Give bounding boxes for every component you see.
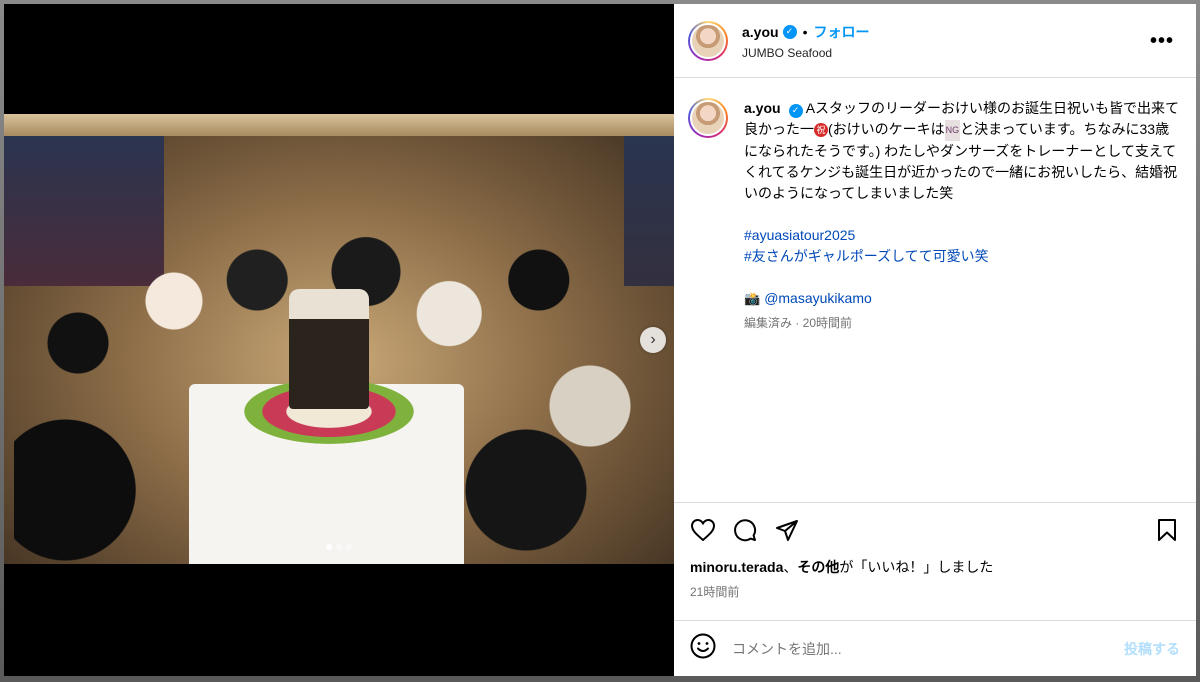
- likes-connector: 、: [783, 559, 798, 575]
- bookmark-icon[interactable]: [1154, 517, 1180, 543]
- edited-timestamp: 編集済み · 20時間前: [744, 315, 853, 330]
- carousel-dots: [4, 544, 674, 550]
- post-media: ›: [4, 4, 674, 676]
- post-sidebar: a.you ✓ • フォロー JUMBO Seafood ••• a.you ✓ …: [674, 4, 1196, 676]
- hashtag-link[interactable]: #友さんがギャルポーズしてて可愛い笑: [744, 246, 1180, 267]
- actions-section: minoru.terada、その他が「いいね！」しました 21時間前: [674, 502, 1196, 620]
- more-options-icon[interactable]: •••: [1150, 30, 1174, 53]
- post-header: a.you ✓ • フォロー JUMBO Seafood •••: [674, 4, 1196, 78]
- mention-line: 📸 @masayukikamo: [744, 288, 1180, 309]
- post-location[interactable]: JUMBO Seafood: [742, 46, 869, 60]
- mention-link[interactable]: @masayukikamo: [764, 288, 872, 309]
- follow-button[interactable]: フォロー: [813, 22, 869, 42]
- carousel-dot: [346, 544, 352, 550]
- likes-suffix: が「いいね！」しました: [839, 559, 994, 575]
- caption-section: a.you ✓ Aスタッフのリーダーおけい様のお誕生日祝いも皆で出来て良かった一祝…: [674, 78, 1196, 502]
- post-timestamp[interactable]: 21時間前: [690, 583, 1180, 600]
- likes-others-link[interactable]: その他: [797, 559, 839, 575]
- author-username[interactable]: a.you: [742, 24, 779, 40]
- comment-icon[interactable]: [732, 517, 758, 543]
- verified-badge-icon: ✓: [782, 24, 797, 39]
- hashtag-link[interactable]: #ayuasiatour2025: [744, 225, 1180, 246]
- post-modal: › a.you ✓ • フォロー JUMBO Seafood ••• a.you…: [4, 4, 1196, 676]
- photo-ceiling: [4, 114, 674, 136]
- verified-badge-icon: ✓: [788, 103, 803, 118]
- comment-composer: 投稿する: [674, 620, 1196, 676]
- emoji-smile-icon[interactable]: [690, 633, 716, 664]
- dot-separator: •: [802, 23, 808, 40]
- caption-text-part: (おけいのケーキは: [828, 121, 945, 137]
- likes-summary: minoru.terada、その他が「いいね！」しました: [690, 557, 1180, 577]
- caption-text: a.you ✓ Aスタッフのリーダーおけい様のお誕生日祝いも皆で出来て良かった一祝…: [744, 98, 1180, 204]
- carousel-next-button[interactable]: ›: [640, 327, 666, 353]
- comment-input[interactable]: [732, 640, 1124, 657]
- post-header-text: a.you ✓ • フォロー JUMBO Seafood: [742, 22, 869, 60]
- post-photo[interactable]: [4, 114, 674, 564]
- camera-icon: 📸: [744, 290, 761, 306]
- carousel-dot: [336, 544, 342, 550]
- celebration-emoji-icon: 祝: [814, 123, 828, 138]
- liker-username[interactable]: minoru.terada: [690, 559, 783, 575]
- post-comment-button[interactable]: 投稿する: [1124, 639, 1180, 659]
- carousel-dot: [326, 544, 332, 550]
- action-bar: [690, 515, 1180, 545]
- caption-avatar[interactable]: [688, 98, 728, 138]
- photo-birthday-cake: [289, 289, 369, 409]
- caption-username[interactable]: a.you: [744, 100, 781, 116]
- author-avatar[interactable]: [688, 20, 728, 61]
- chevron-right-icon: ›: [650, 331, 656, 348]
- ng-emoji-icon: NG: [944, 119, 961, 141]
- share-icon[interactable]: [774, 517, 800, 543]
- heart-icon[interactable]: [690, 517, 716, 543]
- caption-body: a.you ✓ Aスタッフのリーダーおけい様のお誕生日祝いも皆で出来て良かった一祝…: [744, 98, 1180, 502]
